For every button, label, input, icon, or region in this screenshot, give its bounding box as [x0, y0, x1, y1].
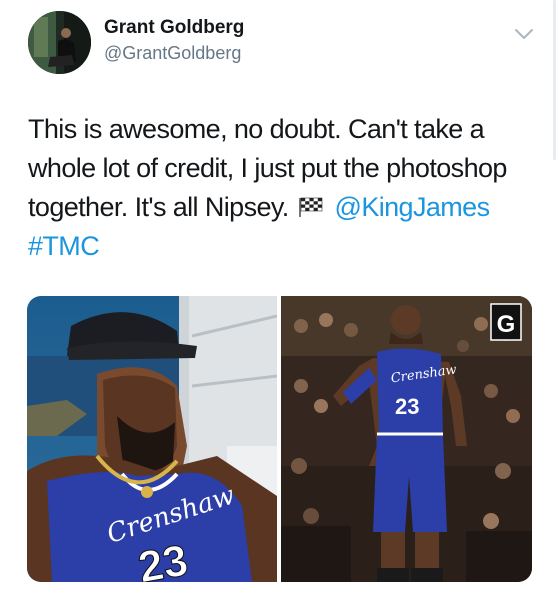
photo-right[interactable]: G Crenshaw 23	[281, 296, 532, 582]
media-grid: Crenshaw 23 G Crenshaw 23	[27, 296, 532, 582]
checkered-flag-icon	[298, 190, 324, 217]
author-handle[interactable]: @GrantGoldberg	[104, 43, 241, 64]
mention-link[interactable]: @KingJames	[335, 192, 491, 222]
watermark-letter: G	[497, 311, 516, 338]
chevron-down-icon[interactable]	[512, 26, 536, 42]
left-jersey-number: 23	[135, 536, 192, 582]
hashtag-link[interactable]: #TMC	[28, 231, 100, 261]
photo-left[interactable]: Crenshaw 23	[27, 296, 277, 582]
right-jersey-number: 23	[395, 394, 419, 419]
tweet-text: This is awesome, no doubt. Can't take a …	[28, 110, 538, 266]
author-name[interactable]: Grant Goldberg	[104, 17, 244, 39]
scrollbar[interactable]	[553, 0, 556, 160]
avatar[interactable]	[28, 11, 91, 74]
